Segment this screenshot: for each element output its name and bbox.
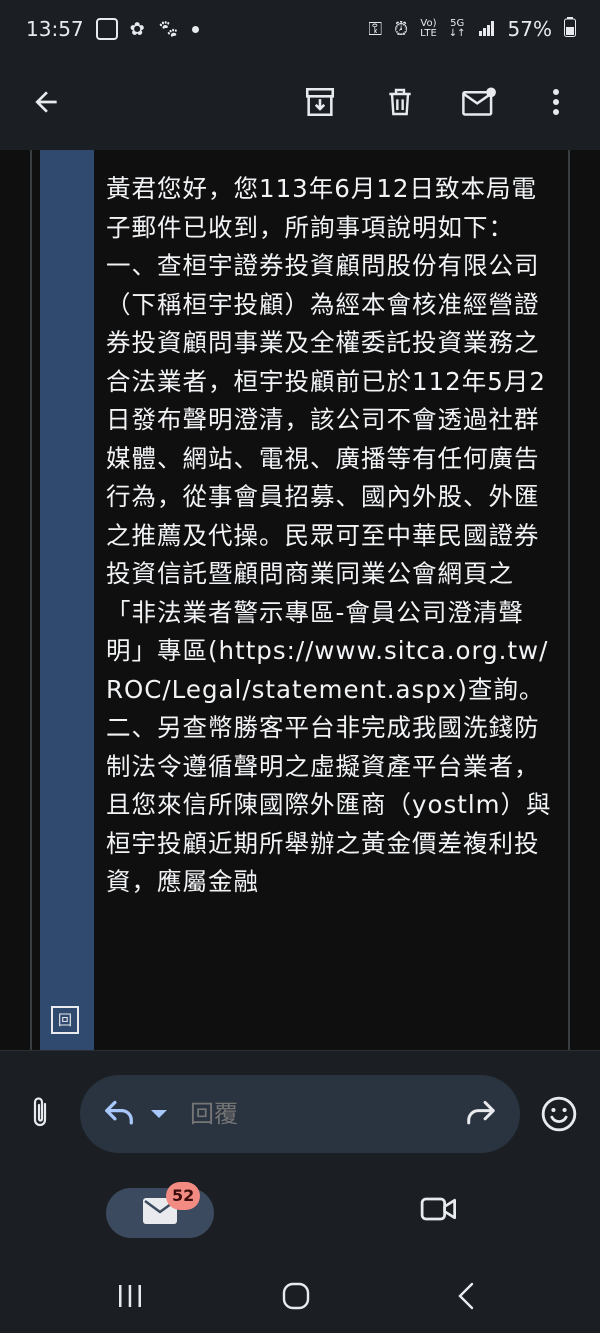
recent-apps-icon[interactable]	[110, 1276, 150, 1316]
network-type: 5G ↓↑	[448, 18, 466, 39]
reply-box[interactable]	[80, 1075, 520, 1153]
reply-icon[interactable]	[102, 1097, 136, 1131]
message-body: 黃君您好，您113年6月12日致本局電子郵件已收到，所詢事項說明如下： 一、查桓…	[106, 174, 552, 896]
bottom-navigation: 52	[0, 1172, 600, 1250]
quote-bar	[40, 150, 94, 1050]
back-arrow-icon[interactable]	[22, 78, 70, 126]
system-back-icon[interactable]	[446, 1276, 486, 1316]
attachment-icon[interactable]	[22, 1095, 58, 1131]
status-bar: 13:57 ✿ 🐾︎ ⚿ ⏰︎ Vo) LTE 5G ↓↑ 57%	[0, 0, 600, 58]
emoji-icon[interactable]	[540, 1095, 580, 1135]
signal-icon	[478, 17, 496, 41]
reply-input[interactable]	[188, 1095, 438, 1133]
app-bar	[0, 58, 600, 150]
chevron-down-icon[interactable]	[150, 1105, 168, 1124]
pinwheel-icon: ✿	[129, 18, 145, 40]
unread-count-badge: 52	[166, 1182, 201, 1210]
key-icon: ⚿	[368, 18, 383, 40]
home-icon[interactable]	[276, 1276, 316, 1316]
mark-unread-icon[interactable]	[456, 78, 504, 126]
delete-icon[interactable]	[376, 78, 424, 126]
video-camera-icon	[420, 1197, 458, 1228]
message-content[interactable]: 回 黃君您好，您113年6月12日致本局電子郵件已收到，所詢事項說明如下： 一、…	[0, 150, 600, 1050]
quote-marker: 回	[51, 1006, 79, 1034]
paw-icon: 🐾︎	[156, 18, 180, 40]
alarm-icon: ⏰︎	[394, 18, 409, 40]
more-vert-icon[interactable]	[532, 78, 580, 126]
battery-percent: 57%	[507, 17, 552, 41]
more-notifications-dot-icon	[191, 25, 199, 33]
status-left: 13:57 ✿ 🐾︎	[26, 17, 199, 41]
battery-icon	[564, 16, 576, 42]
volte-indicator: Vo) LTE	[420, 18, 437, 39]
system-navigation	[0, 1250, 600, 1333]
reply-composer	[0, 1050, 600, 1172]
forward-icon[interactable]	[464, 1097, 498, 1131]
clock: 13:57	[26, 17, 84, 41]
notification-app-icon	[95, 18, 118, 40]
status-right: ⚿ ⏰︎ Vo) LTE 5G ↓↑ 57%	[368, 16, 576, 42]
archive-icon[interactable]	[296, 78, 344, 126]
meet-tab[interactable]	[420, 1194, 460, 1230]
